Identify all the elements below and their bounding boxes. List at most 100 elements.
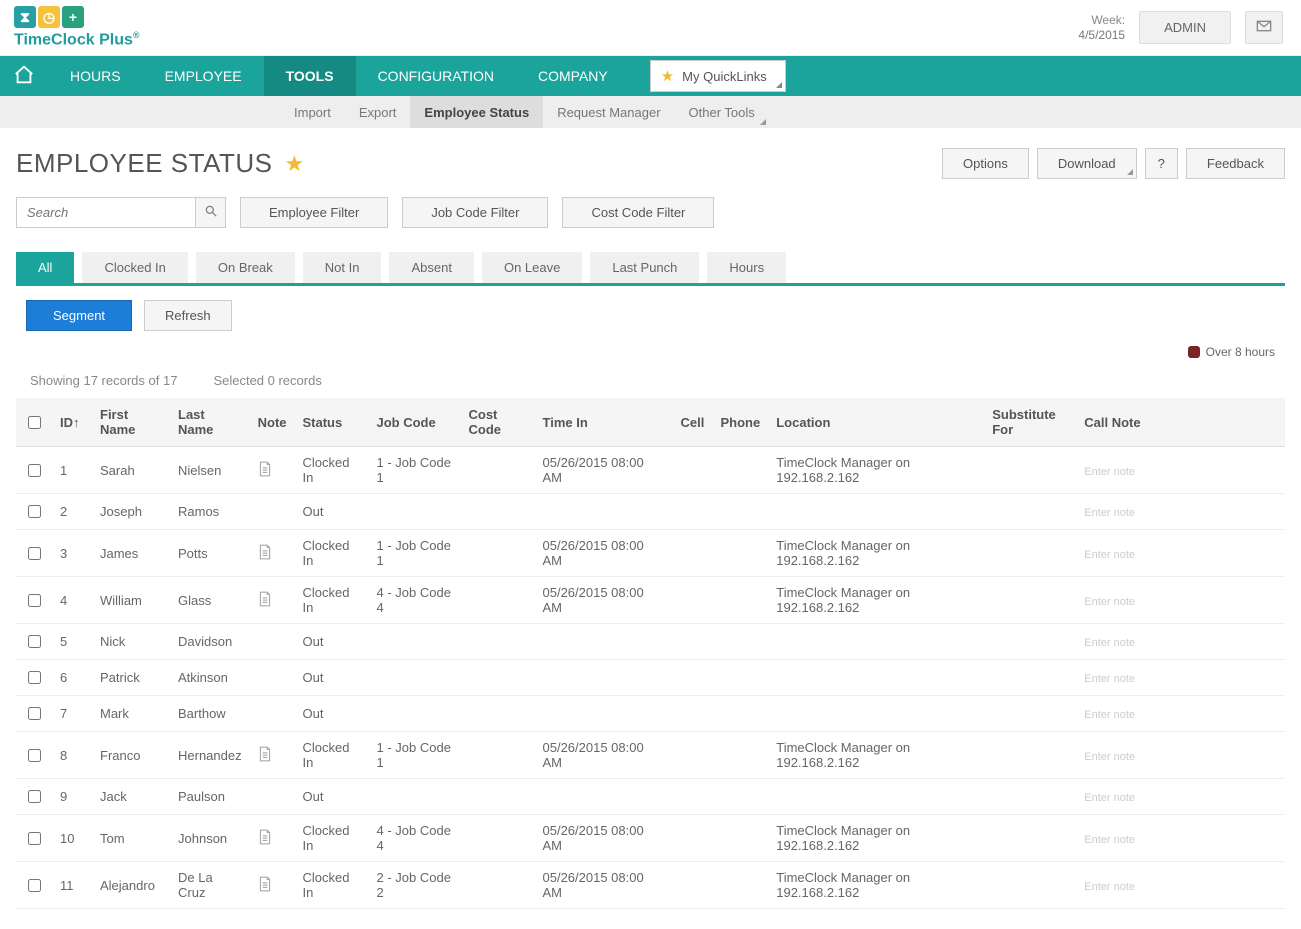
table-cell (768, 660, 984, 696)
call-note-placeholder[interactable]: Enter note (1084, 792, 1135, 804)
table-row[interactable]: 7MarkBarthowOutEnter note (16, 696, 1285, 732)
row-checkbox[interactable] (28, 879, 41, 892)
refresh-button[interactable]: Refresh (144, 300, 232, 331)
table-cell (673, 696, 713, 732)
row-checkbox[interactable] (28, 671, 41, 684)
table-cell: Potts (170, 530, 250, 577)
job-code-filter-button[interactable]: Job Code Filter (402, 197, 548, 228)
favorite-star-icon[interactable]: ★ (284, 151, 304, 177)
row-checkbox[interactable] (28, 749, 41, 762)
row-checkbox[interactable] (28, 790, 41, 803)
tab-last-punch[interactable]: Last Punch (590, 252, 699, 283)
col-header (16, 398, 52, 447)
options-button[interactable]: Options (942, 148, 1029, 179)
table-cell (713, 862, 769, 909)
call-note-placeholder[interactable]: Enter note (1084, 834, 1135, 846)
nav-configuration[interactable]: CONFIGURATION (356, 56, 516, 96)
table-row[interactable]: 9JackPaulsonOutEnter note (16, 779, 1285, 815)
table-cell (768, 494, 984, 530)
download-button[interactable]: Download (1037, 148, 1137, 179)
call-note-placeholder[interactable]: Enter note (1084, 709, 1135, 721)
col-header[interactable]: Time In (535, 398, 673, 447)
select-all-checkbox[interactable] (28, 416, 41, 429)
note-icon[interactable] (258, 465, 272, 480)
search-wrap (16, 197, 226, 228)
subnav-export[interactable]: Export (345, 96, 411, 128)
note-icon[interactable] (258, 880, 272, 895)
table-row[interactable]: 5NickDavidsonOutEnter note (16, 624, 1285, 660)
table-row[interactable]: 8FrancoHernandezClocked In1 - Job Code 1… (16, 732, 1285, 779)
subnav-import[interactable]: Import (280, 96, 345, 128)
col-header[interactable]: Note (250, 398, 295, 447)
tab-hours[interactable]: Hours (707, 252, 786, 283)
row-checkbox[interactable] (28, 505, 41, 518)
subnav-request-manager[interactable]: Request Manager (543, 96, 674, 128)
col-header[interactable]: Location (768, 398, 984, 447)
call-note-placeholder[interactable]: Enter note (1084, 466, 1135, 478)
row-checkbox[interactable] (28, 594, 41, 607)
table-row[interactable]: 1SarahNielsenClocked In1 - Job Code 105/… (16, 447, 1285, 494)
clock-icon: ◷ (38, 6, 60, 28)
call-note-placeholder[interactable]: Enter note (1084, 596, 1135, 608)
table-row[interactable]: 4WilliamGlassClocked In4 - Job Code 405/… (16, 577, 1285, 624)
mail-button[interactable] (1245, 11, 1283, 44)
table-row[interactable]: 11AlejandroDe La CruzClocked In2 - Job C… (16, 862, 1285, 909)
call-note-placeholder[interactable]: Enter note (1084, 637, 1135, 649)
call-note-placeholder[interactable]: Enter note (1084, 751, 1135, 763)
help-button[interactable]: ? (1145, 148, 1178, 179)
admin-button[interactable]: ADMIN (1139, 11, 1231, 44)
tab-on-leave[interactable]: On Leave (482, 252, 582, 283)
col-header[interactable]: Cost Code (461, 398, 535, 447)
table-cell (369, 494, 461, 530)
col-header[interactable]: Cell (673, 398, 713, 447)
feedback-button[interactable]: Feedback (1186, 148, 1285, 179)
tab-absent[interactable]: Absent (389, 252, 473, 283)
subnav-other-tools[interactable]: Other Tools (675, 96, 769, 128)
nav-hours[interactable]: HOURS (48, 56, 143, 96)
segment-button[interactable]: Segment (26, 300, 132, 331)
row-checkbox[interactable] (28, 635, 41, 648)
row-checkbox[interactable] (28, 832, 41, 845)
note-icon[interactable] (258, 750, 272, 765)
call-note-placeholder[interactable]: Enter note (1084, 549, 1135, 561)
employee-filter-button[interactable]: Employee Filter (240, 197, 388, 228)
note-icon[interactable] (258, 548, 272, 563)
nav-employee[interactable]: EMPLOYEE (143, 56, 264, 96)
tab-clocked-in[interactable]: Clocked In (82, 252, 187, 283)
col-header[interactable]: Substitute For (984, 398, 1076, 447)
plus-icon: + (62, 6, 84, 28)
col-header[interactable]: Phone (713, 398, 769, 447)
row-checkbox[interactable] (28, 547, 41, 560)
subnav-employee-status[interactable]: Employee Status (410, 96, 543, 128)
call-note-placeholder[interactable]: Enter note (1084, 673, 1135, 685)
note-icon[interactable] (258, 833, 272, 848)
col-header[interactable]: ID↑ (52, 398, 92, 447)
my-quicklinks-button[interactable]: ★ My QuickLinks (650, 60, 786, 92)
table-row[interactable]: 3JamesPottsClocked In1 - Job Code 105/26… (16, 530, 1285, 577)
search-button[interactable] (196, 197, 226, 228)
table-row[interactable]: 6PatrickAtkinsonOutEnter note (16, 660, 1285, 696)
search-input[interactable] (16, 197, 196, 228)
call-note-placeholder[interactable]: Enter note (1084, 507, 1135, 519)
tab-not-in[interactable]: Not In (303, 252, 382, 283)
table-cell: De La Cruz (170, 862, 250, 909)
row-checkbox[interactable] (28, 707, 41, 720)
table-cell (16, 530, 52, 577)
row-checkbox[interactable] (28, 464, 41, 477)
col-header[interactable]: First Name (92, 398, 170, 447)
table-row[interactable]: 10TomJohnsonClocked In4 - Job Code 405/2… (16, 815, 1285, 862)
tab-all[interactable]: All (16, 252, 74, 283)
table-cell: 11 (52, 862, 92, 909)
table-row[interactable]: 2JosephRamosOutEnter note (16, 494, 1285, 530)
col-header[interactable]: Last Name (170, 398, 250, 447)
cost-code-filter-button[interactable]: Cost Code Filter (562, 197, 714, 228)
nav-company[interactable]: COMPANY (516, 56, 630, 96)
col-header[interactable]: Job Code (369, 398, 461, 447)
tab-on-break[interactable]: On Break (196, 252, 295, 283)
nav-tools[interactable]: TOOLS (264, 56, 356, 96)
home-button[interactable] (0, 56, 48, 96)
call-note-placeholder[interactable]: Enter note (1084, 881, 1135, 893)
col-header[interactable]: Call Note (1076, 398, 1285, 447)
col-header[interactable]: Status (295, 398, 369, 447)
note-icon[interactable] (258, 595, 272, 610)
